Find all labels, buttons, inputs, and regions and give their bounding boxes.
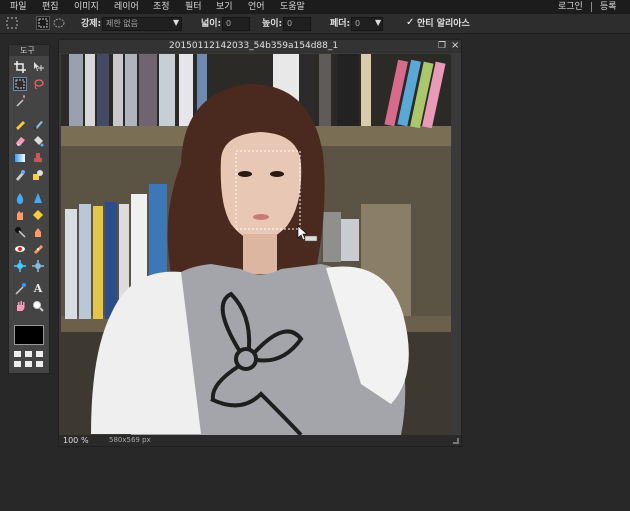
gradient-icon[interactable] bbox=[13, 151, 27, 165]
grid-square[interactable] bbox=[36, 351, 43, 357]
bucket-icon[interactable] bbox=[31, 134, 45, 148]
document-statusbar: 100 % 580x569 px bbox=[59, 435, 461, 446]
eraser-icon[interactable] bbox=[13, 134, 27, 148]
magic-wand-icon[interactable] bbox=[13, 94, 27, 108]
lasso-icon[interactable] bbox=[31, 77, 45, 91]
spot-heal-icon[interactable] bbox=[31, 242, 45, 256]
pinch-icon[interactable] bbox=[31, 259, 45, 273]
marquee-options-icon[interactable] bbox=[6, 17, 18, 29]
zoom-value[interactable]: 100 bbox=[63, 435, 78, 446]
mode-label: 강제: bbox=[81, 19, 102, 29]
ellipse-select-icon[interactable] bbox=[53, 17, 65, 29]
brush-icon[interactable] bbox=[31, 117, 45, 131]
menu-edit[interactable]: 편집 bbox=[42, 1, 59, 13]
menu-help[interactable]: 도움말 bbox=[280, 1, 305, 13]
crop-icon[interactable] bbox=[13, 60, 27, 74]
bloat-icon[interactable] bbox=[13, 259, 27, 273]
tools-panel: 도구 A bbox=[8, 44, 50, 374]
move-icon[interactable] bbox=[31, 60, 45, 74]
dodge-icon[interactable] bbox=[13, 225, 27, 239]
document-title: 20150112142033_54b359a154d88_1 bbox=[169, 41, 339, 51]
image-size: 580x569 px bbox=[109, 436, 151, 444]
grid-square[interactable] bbox=[14, 351, 21, 357]
image-canvas[interactable] bbox=[61, 54, 451, 435]
grid-square[interactable] bbox=[36, 361, 43, 367]
menu-filter[interactable]: 필터 bbox=[185, 1, 202, 13]
register-link[interactable]: 등록 bbox=[600, 1, 617, 13]
chevron-down-icon: ▼ bbox=[173, 18, 180, 27]
burn-icon[interactable] bbox=[31, 225, 45, 239]
color-picker-icon[interactable] bbox=[13, 282, 27, 296]
marquee-icon[interactable] bbox=[13, 77, 27, 91]
smudge-icon[interactable] bbox=[13, 208, 27, 222]
maximize-icon[interactable]: ❐ bbox=[438, 41, 446, 52]
feather-label: 페더: bbox=[330, 19, 351, 29]
zoom-unit: % bbox=[81, 436, 89, 445]
menu-language[interactable]: 언어 bbox=[248, 1, 265, 13]
mode-select[interactable]: 제한 없음 bbox=[102, 17, 182, 31]
zoom-icon[interactable] bbox=[31, 299, 45, 313]
menu-image[interactable]: 이미지 bbox=[74, 1, 99, 13]
sharpen-icon[interactable] bbox=[31, 191, 45, 205]
options-bar: 강제: 제한 없음 ▼ 넓이: 0 높이: 0 페더: 0 ▼ ✓ 안티 알리아… bbox=[0, 14, 630, 34]
login-link[interactable]: 로그인 bbox=[558, 1, 583, 13]
drawing-icon[interactable] bbox=[31, 168, 45, 182]
color-replace-icon[interactable] bbox=[13, 168, 27, 182]
height-label: 높이: bbox=[262, 19, 283, 29]
hand-icon[interactable] bbox=[13, 299, 27, 313]
rect-select-icon[interactable] bbox=[36, 16, 50, 30]
document-window: 20150112142033_54b359a154d88_1 ❐ × 100 %… bbox=[58, 39, 462, 447]
grid-square[interactable] bbox=[25, 361, 32, 367]
height-input[interactable]: 0 bbox=[283, 17, 311, 31]
antialias-label: 안티 알리아스 bbox=[417, 19, 470, 29]
sponge-icon[interactable] bbox=[31, 208, 45, 222]
width-input[interactable]: 0 bbox=[222, 17, 250, 31]
text-icon[interactable]: A bbox=[31, 282, 45, 296]
stamp-icon[interactable] bbox=[31, 151, 45, 165]
checkbox-check-icon[interactable]: ✓ bbox=[406, 17, 414, 29]
width-label: 넓이: bbox=[201, 19, 222, 29]
tools-title: 도구 bbox=[9, 45, 49, 56]
foreground-color-swatch[interactable] bbox=[14, 325, 44, 345]
pencil-icon[interactable] bbox=[13, 117, 27, 131]
menu-adjust[interactable]: 조정 bbox=[153, 1, 170, 13]
menu-file[interactable]: 파일 bbox=[10, 1, 27, 13]
chevron-down-icon[interactable]: ▼ bbox=[375, 17, 381, 29]
grid-square[interactable] bbox=[14, 361, 21, 367]
grid-square[interactable] bbox=[25, 351, 32, 357]
document-titlebar[interactable]: 20150112142033_54b359a154d88_1 ❐ × bbox=[59, 40, 461, 53]
menu-view[interactable]: 보기 bbox=[216, 1, 233, 13]
menu-bar: 파일 편집 이미지 레이어 조정 필터 보기 언어 도움말 로그인 등록 bbox=[0, 0, 630, 14]
resize-grip-icon[interactable] bbox=[453, 438, 459, 444]
blur-icon[interactable] bbox=[13, 191, 27, 205]
menu-separator bbox=[591, 2, 592, 12]
photo-image bbox=[61, 54, 451, 435]
close-icon[interactable]: × bbox=[451, 40, 459, 52]
redeye-icon[interactable] bbox=[13, 242, 27, 256]
menu-layer[interactable]: 레이어 bbox=[114, 1, 139, 13]
